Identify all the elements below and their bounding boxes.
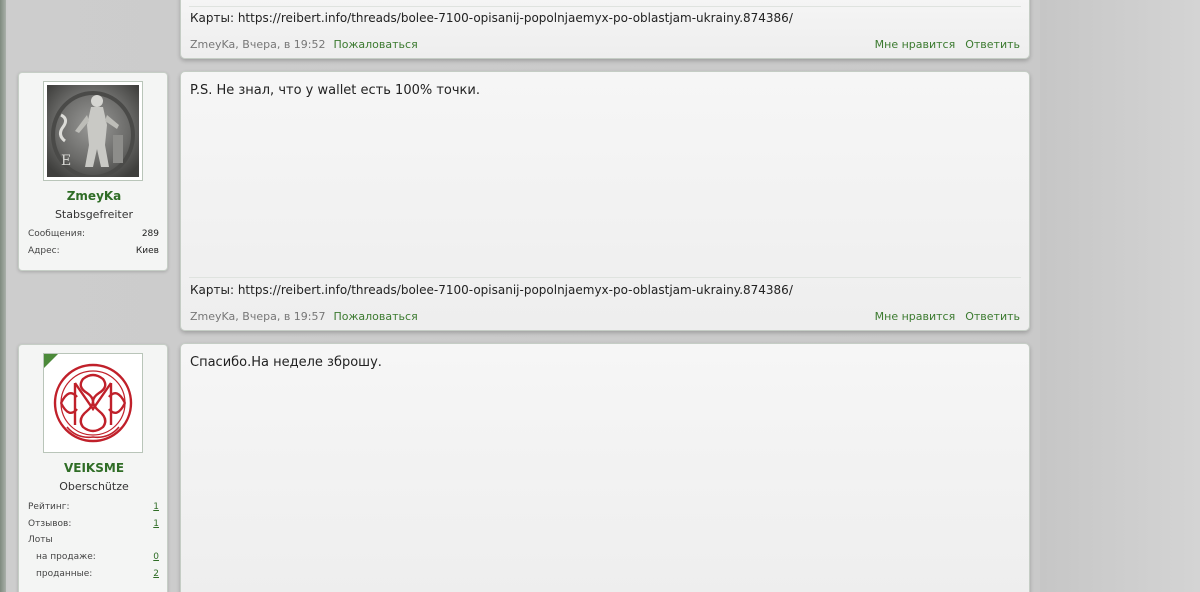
user-name[interactable]: ZmeyKa [19,189,169,203]
report-link[interactable]: Пожаловаться [334,38,418,51]
user-panel-veiksme: VEIKSME Oberschütze Рейтинг: 1 Отзывов: … [18,344,168,592]
post-3: Спасибо.На неделе зброшу. [180,343,1030,592]
post-1: Карты: https://reibert.info/threads/bole… [180,0,1030,59]
user-name[interactable]: VEIKSME [19,461,169,475]
sold-link[interactable]: 2 [153,569,159,579]
svg-text:E: E [61,153,71,169]
user-avatar[interactable]: E [43,81,143,181]
post-body: P.S. Не знал, что у wallet есть 100% точ… [190,83,480,98]
post-date: , Вчера, в 19:52 [235,38,326,51]
post-actions: Мне нравится Ответить [875,310,1020,323]
post-actions: Мне нравится Ответить [875,38,1020,51]
post-meta: ZmeyKa, Вчера, в 19:52 Пожаловаться [190,38,418,51]
rating-link[interactable]: 1 [153,502,159,512]
post-signature: Карты: https://reibert.info/threads/bole… [190,283,793,297]
reviews-link[interactable]: 1 [153,519,159,529]
stat-value: 289 [141,229,159,239]
on-sale-link[interactable]: 0 [153,552,159,562]
user-avatar[interactable] [43,353,143,453]
stat-label: Адрес: [28,246,60,256]
stat-label: проданные: [36,569,93,579]
post-author-link[interactable]: ZmeyKa [190,38,235,51]
like-link[interactable]: Мне нравится [875,38,956,51]
forum-thread-page: Карты: https://reibert.info/threads/bole… [0,0,1200,592]
monogram-logo-icon [47,357,139,449]
stat-label: Рейтинг: [28,502,70,512]
user-rank: Stabsgefreiter [54,208,134,221]
user-rank: Oberschütze [59,480,129,493]
stat-label: на продаже: [36,552,96,562]
post-signature: Карты: https://reibert.info/threads/bole… [190,11,793,25]
stat-label: Сообщения: [28,229,86,239]
post-author-link[interactable]: ZmeyKa [190,310,235,323]
signature-divider [189,277,1021,278]
stat-label: Лоты [28,535,53,545]
stat-value: Киев [135,246,159,256]
figure-portrait-icon: E [47,85,139,177]
post-date: , Вчера, в 19:57 [235,310,326,323]
post-body: Спасибо.На неделе зброшу. [190,355,382,370]
user-panel-zmeyka: E ZmeyKa Stabsgefreiter Сообщения: 289 А… [18,72,168,271]
reply-link[interactable]: Ответить [965,310,1020,323]
right-margin [1040,0,1200,592]
report-link[interactable]: Пожаловаться [334,310,418,323]
post-2: P.S. Не знал, что у wallet есть 100% точ… [180,71,1030,331]
stat-label: Отзывов: [28,519,72,529]
reply-link[interactable]: Ответить [965,38,1020,51]
like-link[interactable]: Мне нравится [875,310,956,323]
left-edge-strip [0,0,6,592]
online-indicator [44,354,58,368]
post-meta: ZmeyKa, Вчера, в 19:57 Пожаловаться [190,310,418,323]
signature-divider [189,6,1021,7]
